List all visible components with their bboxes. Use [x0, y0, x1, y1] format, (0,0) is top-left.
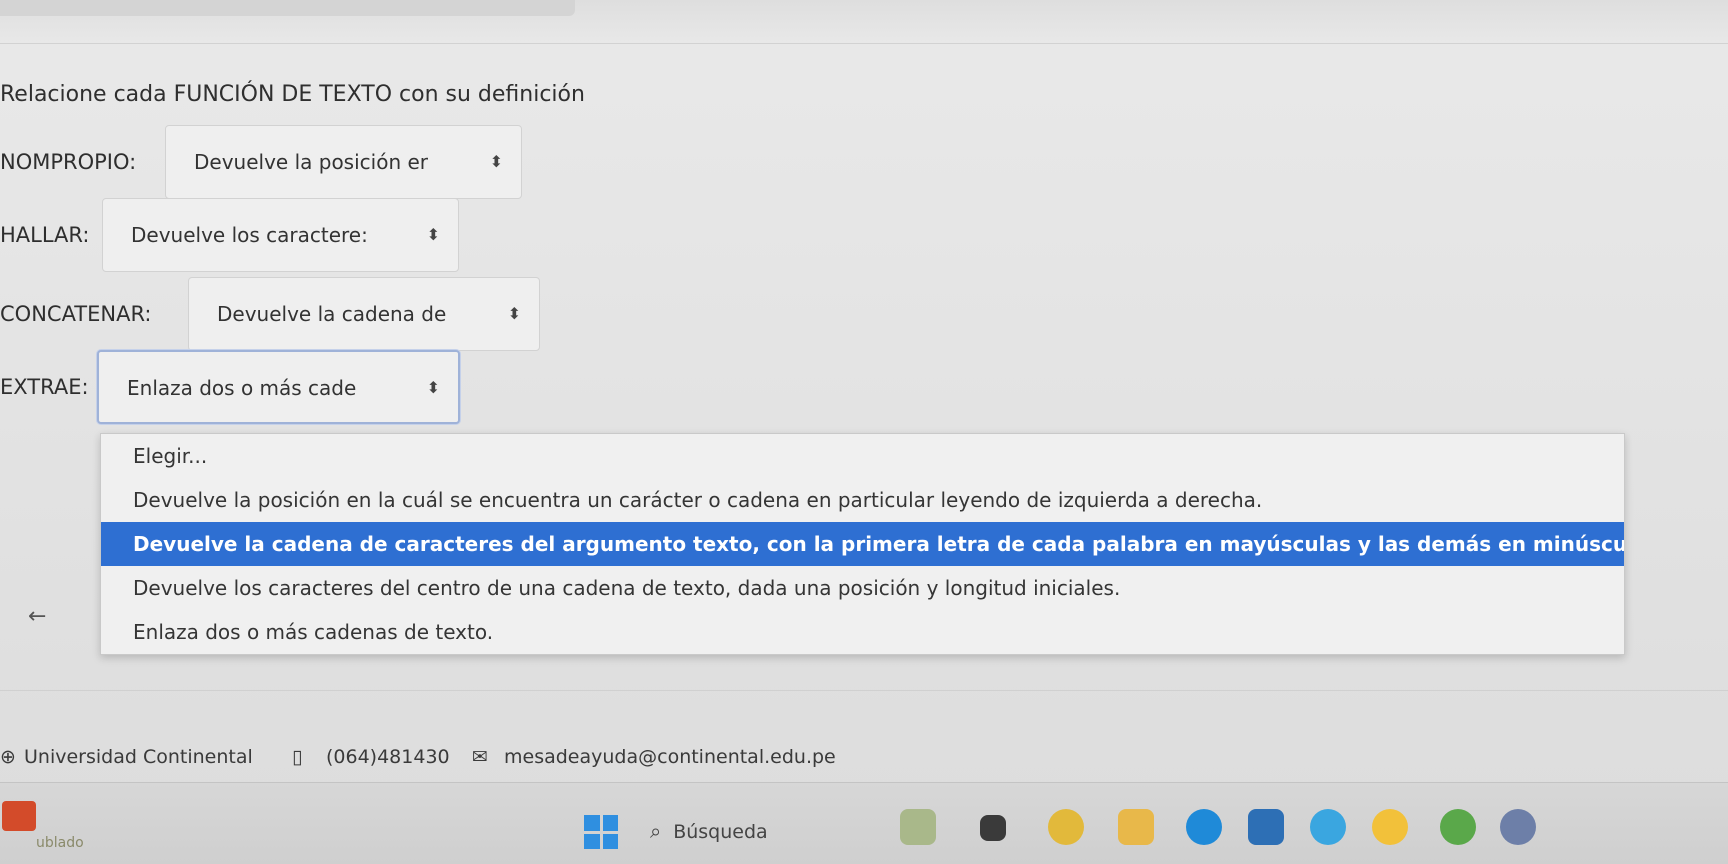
settings-gear-icon[interactable]: [1500, 809, 1536, 845]
row-label: HALLAR:: [0, 223, 90, 247]
store-icon[interactable]: [1248, 809, 1284, 845]
select-value: Enlaza dos o más cade: [127, 376, 357, 400]
weather-label: ublado: [36, 835, 84, 851]
chrome-icon[interactable]: [1048, 809, 1084, 845]
option-nompropio-definition[interactable]: Devuelve la cadena de caracteres del arg…: [101, 522, 1624, 566]
updown-arrow-icon: ⬍: [489, 152, 503, 171]
updown-arrow-icon: ⬍: [426, 378, 440, 397]
search-icon: ⌕: [650, 819, 662, 843]
footer-divider: [0, 690, 1728, 691]
edge-icon[interactable]: [1186, 809, 1222, 845]
match-row-extrae: EXTRAE: Enlaza dos o más cade ⬍: [0, 350, 470, 424]
select-options-list: Elegir... Devuelve la posición en la cuá…: [100, 433, 1625, 655]
app-icon-green[interactable]: [1440, 809, 1476, 845]
app-icon-blue[interactable]: [1310, 809, 1346, 845]
answer-select-nompropio[interactable]: Devuelve la posición er ⬍: [165, 125, 522, 199]
task-view-icon[interactable]: [980, 815, 1006, 841]
app-icon-yellow[interactable]: [1372, 809, 1408, 845]
windows-taskbar: ublado ⌕ Búsqueda: [0, 782, 1728, 864]
phone-icon: ▯: [292, 746, 303, 768]
footer-university[interactable]: Universidad Continental: [24, 742, 253, 772]
option-extrae-definition[interactable]: Devuelve los caracteres del centro de un…: [101, 566, 1624, 610]
row-label: CONCATENAR:: [0, 302, 152, 326]
option-elegir[interactable]: Elegir...: [101, 434, 1624, 478]
option-hallar-definition[interactable]: Devuelve la posición en la cuál se encue…: [101, 478, 1624, 522]
search-label: Búsqueda: [673, 821, 768, 843]
answer-select-hallar[interactable]: Devuelve los caractere: ⬍: [102, 198, 459, 272]
match-row-nompropio: NOMPROPIO: Devuelve la posición er ⬍: [0, 125, 530, 199]
select-value: Devuelve la posición er: [194, 150, 429, 174]
windows-start-icon[interactable]: [584, 815, 618, 849]
weather-icon[interactable]: [2, 801, 36, 831]
updown-arrow-icon: ⬍: [426, 225, 440, 244]
browser-tab-area: [0, 0, 575, 16]
row-label: EXTRAE:: [0, 375, 89, 399]
select-value: Devuelve los caractere:: [131, 223, 368, 247]
file-explorer-icon[interactable]: [1118, 809, 1154, 845]
mail-icon: ✉: [472, 746, 488, 768]
question-text: Relacione cada FUNCIÓN DE TEXTO con su d…: [0, 82, 585, 107]
taskbar-search[interactable]: ⌕ Búsqueda: [650, 809, 880, 853]
footer-phone[interactable]: (064)481430: [326, 742, 450, 772]
match-row-hallar: HALLAR: Devuelve los caractere: ⬍: [0, 198, 470, 272]
updown-arrow-icon: ⬍: [507, 304, 521, 323]
browser-top-strip: [0, 0, 1728, 44]
answer-select-concatenar[interactable]: Devuelve la cadena de ⬍: [188, 277, 540, 351]
widgets-icon[interactable]: [900, 809, 936, 845]
select-value: Devuelve la cadena de: [217, 302, 447, 326]
globe-icon: ⊕: [0, 746, 16, 768]
match-row-concatenar: CONCATENAR: Devuelve la cadena de ⬍: [0, 277, 550, 351]
answer-select-extrae[interactable]: Enlaza dos o más cade ⬍: [97, 350, 460, 424]
option-concatenar-definition[interactable]: Enlaza dos o más cadenas de texto.: [101, 610, 1624, 654]
arrow-left-icon[interactable]: ←: [28, 604, 46, 629]
footer-email[interactable]: mesadeayuda@continental.edu.pe: [504, 742, 836, 772]
row-label: NOMPROPIO:: [0, 150, 137, 174]
